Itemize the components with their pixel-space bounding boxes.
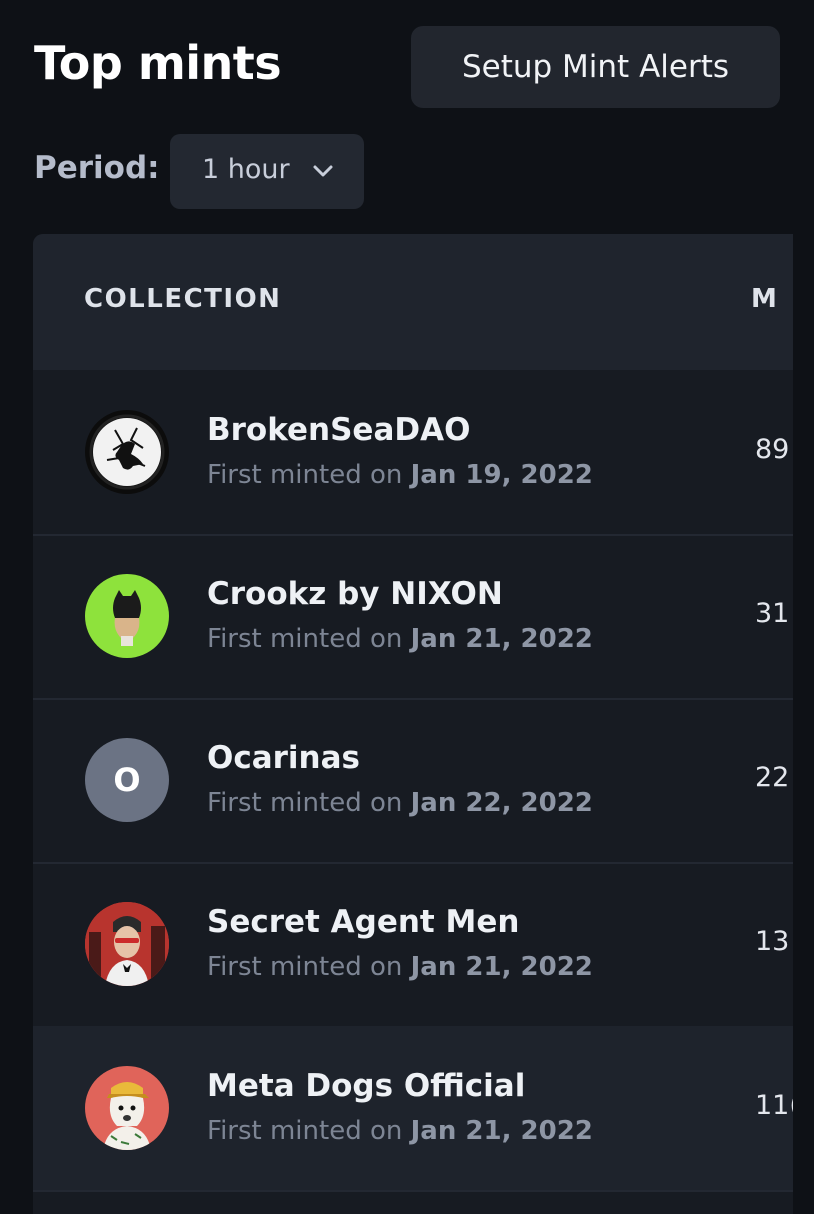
mint-count: 13: [755, 926, 790, 957]
first-minted-text: First minted on Jan 22, 2022: [207, 788, 593, 818]
first-minted-text: First minted on Jan 21, 2022: [207, 1116, 593, 1146]
mint-count: 11(: [755, 1090, 793, 1121]
table-row[interactable]: BrokenSeaDAO First minted on Jan 19, 202…: [33, 370, 793, 536]
collection-avatar: [85, 574, 169, 658]
collection-name[interactable]: Secret Agent Men: [207, 904, 519, 940]
page-title: Top mints: [34, 36, 282, 90]
period-select[interactable]: 1 hour: [170, 134, 364, 209]
period-selected-value: 1 hour: [202, 154, 290, 185]
collection-avatar: [85, 1066, 169, 1150]
collection-avatar: [85, 902, 169, 986]
top-mints-table: COLLECTION M BrokenSeaDAO First minted o…: [33, 234, 793, 1214]
first-minted-date: Jan 21, 2022: [410, 624, 593, 654]
collection-avatar: [85, 410, 169, 494]
collection-name[interactable]: BrokenSeaDAO: [207, 412, 470, 448]
table-row[interactable]: Crookz by NIXON First minted on Jan 21, …: [33, 534, 793, 700]
first-minted-date: Jan 22, 2022: [410, 788, 593, 818]
first-minted-date: Jan 19, 2022: [410, 460, 593, 490]
table-row[interactable]: O Ocarinas First minted on Jan 22, 2022 …: [33, 698, 793, 864]
period-label: Period:: [34, 150, 160, 186]
collection-name[interactable]: Ocarinas: [207, 740, 360, 776]
collection-avatar: O: [85, 738, 169, 822]
column-header-mints[interactable]: M: [751, 284, 777, 314]
table-row[interactable]: Secret Agent Men First minted on Jan 21,…: [33, 862, 793, 1028]
first-minted-date: Jan 21, 2022: [410, 952, 593, 982]
table-row[interactable]: Meta Dogs Official First minted on Jan 2…: [33, 1026, 793, 1192]
collection-name[interactable]: Crookz by NIXON: [207, 576, 503, 612]
chevron-down-icon: [313, 165, 333, 177]
mint-count: 22: [755, 762, 790, 793]
column-header-collection[interactable]: COLLECTION: [84, 284, 281, 314]
setup-mint-alerts-button[interactable]: Setup Mint Alerts: [411, 26, 780, 108]
mint-count: 31: [755, 598, 790, 629]
first-minted-date: Jan 21, 2022: [410, 1116, 593, 1146]
avatar-letter: O: [113, 761, 141, 799]
mint-count: 89: [755, 434, 790, 465]
first-minted-text: First minted on Jan 21, 2022: [207, 624, 593, 654]
table-header: COLLECTION M: [33, 234, 793, 370]
first-minted-text: First minted on Jan 21, 2022: [207, 952, 593, 982]
first-minted-text: First minted on Jan 19, 2022: [207, 460, 593, 490]
collection-name[interactable]: Meta Dogs Official: [207, 1068, 525, 1104]
